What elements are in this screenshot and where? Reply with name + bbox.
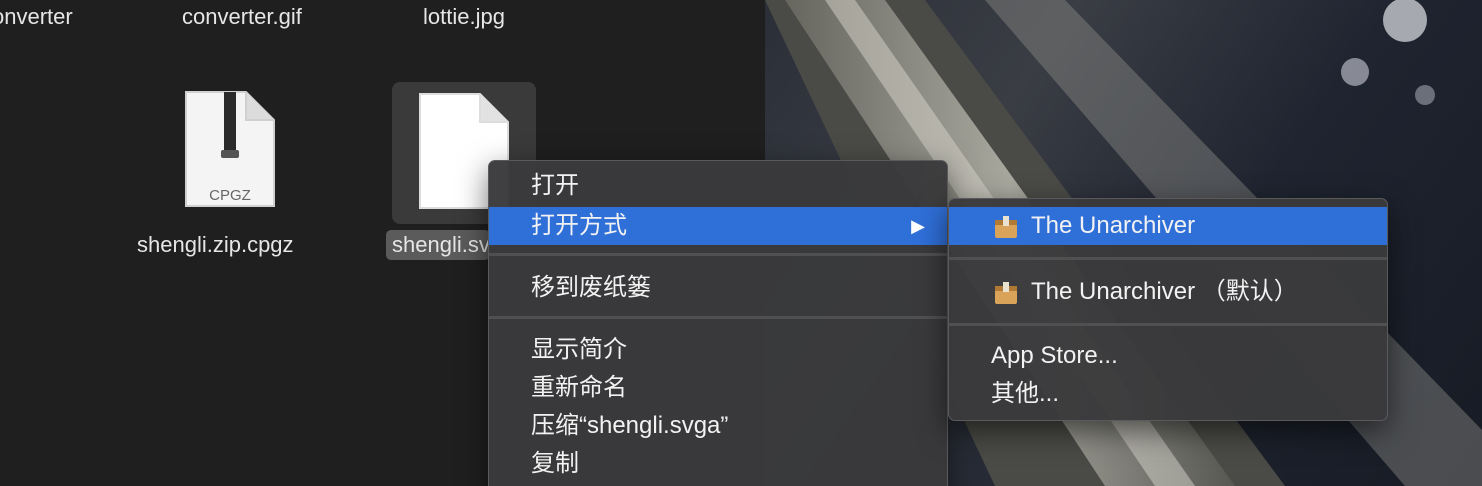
menu-separator (489, 253, 947, 256)
menu-item-open[interactable]: 打开 (489, 167, 947, 205)
menu-item-rename[interactable]: 重新命名 (489, 369, 947, 407)
context-menu: 打开 打开方式 ▶ 移到废纸篓 显示简介 重新命名 压缩“shengli.svg… (488, 160, 948, 486)
menu-item-duplicate[interactable]: 复制 (489, 445, 947, 483)
file-label-selected[interactable]: shengli.svga (386, 230, 490, 260)
menu-item-move-to-trash[interactable]: 移到废纸篓 (489, 269, 947, 307)
submenu-item-unarchiver-default-label: The Unarchiver （默认） (1031, 278, 1298, 305)
unarchiver-app-icon (993, 280, 1019, 318)
submenu-item-unarchiver-default[interactable]: The Unarchiver （默认） (949, 273, 1387, 311)
open-with-submenu: The Unarchiver The Unarchiver （默认） App S… (948, 198, 1388, 421)
cpgz-badge: CPGZ (209, 187, 251, 204)
menu-separator (949, 323, 1387, 326)
menu-separator (949, 257, 1387, 260)
file-label-lottie-jpg[interactable]: lottie.jpg (423, 4, 505, 30)
submenu-item-unarchiver[interactable]: The Unarchiver (949, 207, 1387, 245)
menu-item-compress[interactable]: 压缩“shengli.svga” (489, 407, 947, 445)
submenu-item-other[interactable]: 其他... (949, 375, 1387, 413)
file-label-converter-gif[interactable]: converter.gif (182, 4, 302, 30)
zip-file-icon[interactable]: CPGZ (184, 90, 276, 213)
file-label-converter[interactable]: onverter (0, 4, 73, 30)
menu-item-open-with-label: 打开方式 (531, 212, 627, 239)
submenu-arrow-icon: ▶ (911, 216, 925, 236)
menu-item-get-info[interactable]: 显示简介 (489, 331, 947, 369)
file-label-zip[interactable]: shengli.zip.cpgz (137, 232, 294, 258)
submenu-item-unarchiver-label: The Unarchiver (1031, 212, 1196, 239)
submenu-item-app-store[interactable]: App Store... (949, 337, 1387, 375)
menu-separator (489, 316, 947, 319)
menu-item-open-with[interactable]: 打开方式 ▶ (489, 207, 947, 245)
unarchiver-app-icon (993, 214, 1019, 252)
